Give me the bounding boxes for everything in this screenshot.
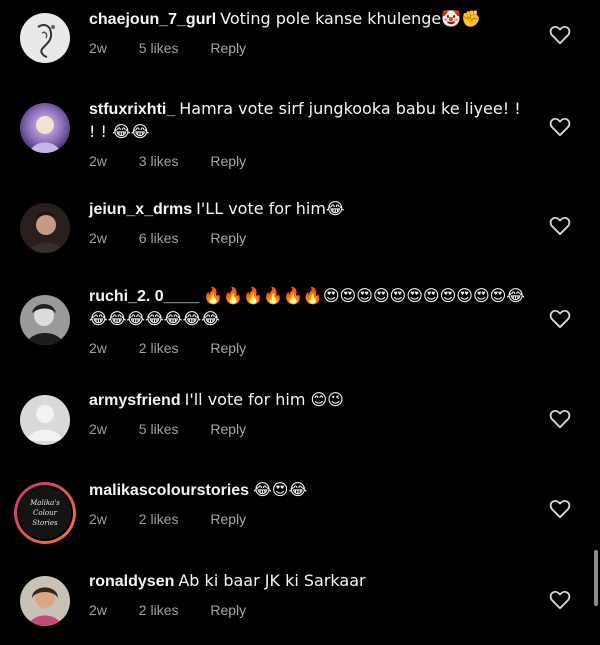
comment-body: ronaldysen Ab ki baar JK ki Sarkaar 2w 2 … [89, 570, 529, 619]
comment-time: 2w [89, 153, 107, 169]
avatar[interactable] [20, 103, 70, 153]
avatar[interactable] [20, 203, 70, 253]
likes-count[interactable]: 5 likes [139, 421, 179, 437]
avatar-logo-text-2: Colour [33, 509, 58, 517]
username[interactable]: armysfriend [89, 392, 181, 409]
comment-body: ruchi_2. 0____ 🔥🔥🔥🔥🔥🔥😍😍😍😍😍😍😍😍😍😍😍😂😂😂😂😂😂😂😂 … [89, 285, 529, 357]
likes-count[interactable]: 5 likes [139, 40, 179, 56]
avatar-dark-portrait-icon [20, 203, 70, 253]
avatar[interactable] [20, 295, 70, 345]
comment-text: I'LL vote for him😂 [196, 199, 345, 218]
comment-meta: 2w 3 likes Reply [89, 152, 529, 170]
comment-body: chaejoun_7_gurl Voting pole kanse khuleng… [89, 8, 529, 57]
comment-text-line: ronaldysen Ab ki baar JK ki Sarkaar [89, 570, 529, 593]
username[interactable]: ronaldysen [89, 573, 174, 590]
comment-text-line: jeiun_x_drms I'LL vote for him😂 [89, 198, 529, 221]
avatar[interactable] [20, 576, 70, 626]
comment-text-line: chaejoun_7_gurl Voting pole kanse khuleng… [89, 8, 529, 31]
comment-body: jeiun_x_drms I'LL vote for him😂 2w 6 like… [89, 198, 529, 247]
likes-count[interactable]: 3 likes [139, 153, 179, 169]
avatar-photo-icon [20, 576, 70, 626]
avatar[interactable] [20, 395, 70, 445]
reply-button[interactable]: Reply [210, 511, 246, 527]
comment-body: stfuxrixhti_ Hamra vote sirf jungkooka ba… [89, 98, 529, 170]
likes-count[interactable]: 2 likes [139, 602, 179, 618]
avatar-sketch-icon [20, 13, 70, 63]
username[interactable]: jeiun_x_drms [89, 201, 192, 218]
comment-text-line: armysfriend I'll vote for him 😊😉 [89, 389, 529, 412]
reply-button[interactable]: Reply [210, 230, 246, 246]
avatar-bw-portrait-icon [20, 295, 70, 345]
comment-meta: 2w 5 likes Reply [89, 39, 529, 57]
heart-outline-icon[interactable] [549, 25, 571, 45]
likes-count[interactable]: 6 likes [139, 230, 179, 246]
comment-time: 2w [89, 230, 107, 246]
comment-text: Ab ki baar JK ki Sarkaar [178, 571, 366, 590]
comment-meta: 2w 2 likes Reply [89, 601, 529, 619]
avatar-logo-text-3: Stories [32, 519, 58, 527]
comment-text: Voting pole kanse khulenge🤡✊ [220, 9, 482, 28]
likes-count[interactable]: 2 likes [139, 340, 179, 356]
comment-meta: 2w 5 likes Reply [89, 420, 529, 438]
username[interactable]: chaejoun_7_gurl [89, 11, 216, 28]
comment-time: 2w [89, 421, 107, 437]
likes-count[interactable]: 2 likes [139, 511, 179, 527]
story-ring-avatar-icon: Malika's Colour Stories [14, 482, 76, 544]
comment-text-line: malikascolourstories 😂😍😂 [89, 479, 529, 502]
comment-text-line: ruchi_2. 0____ 🔥🔥🔥🔥🔥🔥😍😍😍😍😍😍😍😍😍😍😍😂😂😂😂😂😂😂😂 [89, 285, 529, 331]
heart-outline-icon[interactable] [549, 117, 571, 137]
heart-outline-icon[interactable] [549, 309, 571, 329]
comments-list: chaejoun_7_gurl Voting pole kanse khuleng… [0, 0, 600, 645]
heart-outline-icon[interactable] [549, 216, 571, 236]
reply-button[interactable]: Reply [210, 153, 246, 169]
scrollbar[interactable] [594, 550, 598, 606]
avatar-logo-text-1: Malika's [29, 499, 60, 507]
comment-body: malikascolourstories 😂😍😂 2w 2 likes Reply [89, 479, 529, 528]
reply-button[interactable]: Reply [210, 602, 246, 618]
comment-meta: 2w 6 likes Reply [89, 229, 529, 247]
comment-text: I'll vote for him 😊😉 [184, 390, 344, 409]
comment-time: 2w [89, 602, 107, 618]
comment-time: 2w [89, 40, 107, 56]
username[interactable]: malikascolourstories [89, 482, 249, 499]
heart-outline-icon[interactable] [549, 590, 571, 610]
heart-outline-icon[interactable] [549, 409, 571, 429]
avatar[interactable] [20, 13, 70, 63]
story-ring-avatar[interactable]: Malika's Colour Stories [13, 481, 77, 545]
default-avatar-icon [20, 395, 70, 445]
username[interactable]: ruchi_2. 0____ [89, 288, 199, 305]
reply-button[interactable]: Reply [210, 340, 246, 356]
comment-text-line: stfuxrixhti_ Hamra vote sirf jungkooka ba… [89, 98, 529, 144]
comment-meta: 2w 2 likes Reply [89, 510, 529, 528]
comment-time: 2w [89, 340, 107, 356]
reply-button[interactable]: Reply [210, 40, 246, 56]
comment-meta: 2w 2 likes Reply [89, 339, 529, 357]
avatar-purple-photo-icon [20, 103, 70, 153]
heart-outline-icon[interactable] [549, 499, 571, 519]
username[interactable]: stfuxrixhti_ [89, 101, 175, 118]
comment-text: 😂😍😂 [253, 480, 308, 499]
comment-time: 2w [89, 511, 107, 527]
reply-button[interactable]: Reply [210, 421, 246, 437]
comment-body: armysfriend I'll vote for him 😊😉 2w 5 lik… [89, 389, 529, 438]
